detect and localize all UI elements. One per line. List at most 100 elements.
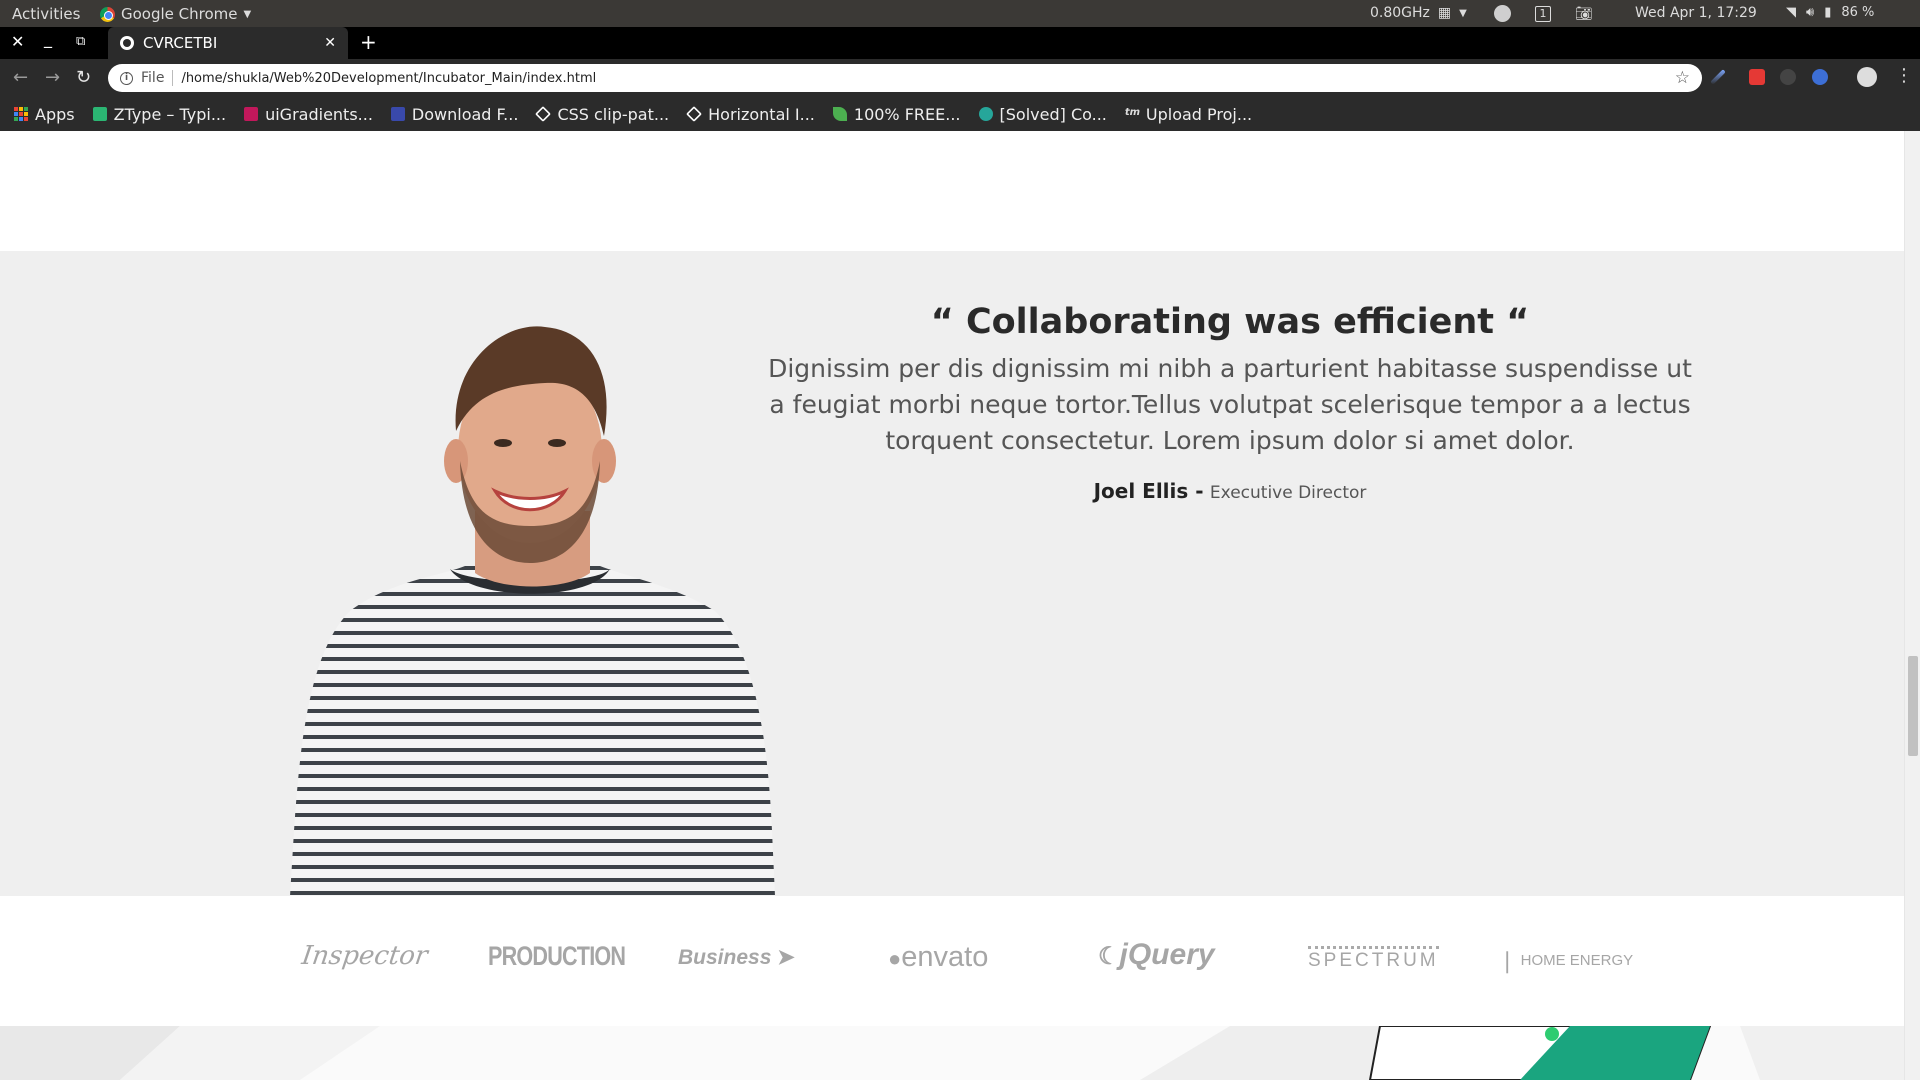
testimonial-title: “ Collaborating was efficient “ [930, 302, 1530, 342]
address-bar[interactable]: i File /home/shukla/Web%20Development/In… [108, 64, 1702, 92]
bookmark-apps[interactable]: Apps [14, 105, 75, 124]
app-menu[interactable]: Google Chrome ▼ [100, 5, 251, 23]
bookmark-free[interactable]: 100% FREE... [832, 104, 961, 124]
bookmark-label: Apps [35, 104, 75, 124]
globe-icon [120, 36, 134, 50]
codepen-icon [535, 106, 552, 122]
browser-tab[interactable]: CVRCETBI ✕ [108, 27, 348, 59]
tab-strip: ✕ _ ⧉ CVRCETBI ✕ + [0, 27, 1920, 59]
menu-icon[interactable]: ⋮ [1895, 65, 1913, 86]
pdf-extension-icon[interactable] [1749, 69, 1765, 85]
logo-inspector: Inspector [299, 941, 430, 971]
logo-business-text: Business [678, 946, 772, 969]
tm-icon: tm [1124, 107, 1141, 118]
back-icon[interactable]: ← [13, 67, 28, 88]
logo-home-energy: ❘ HOME ENERGY [1498, 948, 1633, 974]
uigradients-icon [244, 107, 259, 121]
chrome-icon [100, 6, 115, 22]
bookmarks-bar: Apps ZType – Typi... uiGradients... Down… [0, 97, 1920, 131]
vpn-extension-icon[interactable] [1812, 69, 1828, 85]
next-section-preview [0, 1026, 1904, 1080]
jquery-swirl-icon: ☾ [1098, 943, 1120, 970]
url-text[interactable]: /home/shukla/Web%20Development/Incubator… [181, 71, 1674, 86]
page-viewport[interactable]: “ Collaborating was efficient “ Dignissi… [0, 131, 1920, 1080]
system-tray[interactable]: ◥ 🔊︎ ▮ 86 % [1786, 5, 1874, 20]
bookmark-solved[interactable]: [Solved] Co... [978, 104, 1107, 124]
logo-jquery: ☾jQuery [1098, 938, 1215, 972]
browser-toolbar: ← → ↻ i File /home/shukla/Web%20Developm… [0, 59, 1920, 97]
apps-grid-icon [14, 107, 28, 121]
scroll-thumb[interactable] [1908, 656, 1918, 756]
forum-icon [978, 107, 993, 121]
profile-avatar[interactable] [1857, 67, 1877, 87]
download-icon [390, 107, 405, 121]
new-tab-icon[interactable]: + [360, 30, 377, 54]
bookmark-label: ZType – Typi... [113, 104, 227, 124]
testimonial-section: “ Collaborating was efficient “ Dignissi… [0, 251, 1904, 896]
reload-icon[interactable]: ↻ [76, 67, 91, 88]
bookmark-label: Download F... [411, 104, 519, 124]
cpu-freq-label: 0.80GHz [1370, 5, 1430, 21]
codepen-icon [686, 106, 703, 122]
window-close-icon[interactable]: ✕ [11, 32, 24, 51]
extension-icon[interactable] [1780, 69, 1796, 85]
logo-production: PRODUCTION [488, 941, 626, 971]
testimonial-quote: “ Collaborating was efficient “ Dignissi… [760, 299, 1700, 503]
flame-icon: ❘ [1498, 948, 1517, 973]
bookmark-label: [Solved] Co... [999, 104, 1107, 124]
clock[interactable]: Wed Apr 1, 17:29 [1635, 5, 1757, 21]
chevron-down-icon: ▼ [1459, 7, 1467, 19]
client-logos: Inspector PRODUCTION Business ➤ ●envato … [0, 896, 1904, 1026]
bookmark-css-clip-path[interactable]: CSS clip-pat... [535, 104, 670, 124]
logo-business: Business ➤ [678, 945, 795, 970]
activities-button[interactable]: Activities [12, 5, 80, 23]
screenshot-icon[interactable]: 📷︎ [1575, 6, 1593, 22]
logo-jquery-text: jQuery [1119, 938, 1215, 971]
tab-title: CVRCETBI [143, 34, 218, 52]
leaf-icon: ● [888, 946, 902, 971]
workspace-indicator[interactable]: 1 [1535, 5, 1551, 22]
battery-percent: 86 % [1841, 5, 1875, 20]
volume-icon: 🔊︎ [1806, 5, 1815, 20]
bookmark-download[interactable]: Download F... [390, 104, 519, 124]
bookmark-ztype[interactable]: ZType – Typi... [92, 104, 227, 124]
cpu-chip-icon: ▦ [1437, 5, 1452, 21]
bookmark-label: uiGradients... [265, 104, 373, 124]
arrow-icon: ➤ [777, 946, 795, 969]
os-top-bar: Activities Google Chrome ▼ 0.80GHz ▦ ▼ 1… [0, 0, 1920, 27]
logo-home-energy-text: HOME ENERGY [1520, 951, 1634, 969]
forward-icon[interactable]: → [45, 67, 60, 88]
ztype-icon [92, 107, 107, 121]
device-mockup-image [0, 1026, 1904, 1080]
info-icon[interactable]: i [120, 71, 133, 85]
bookmark-uigradients[interactable]: uiGradients... [244, 105, 373, 124]
person-photo [290, 326, 775, 896]
window-restore-icon[interactable]: ⧉ [76, 34, 85, 49]
logo-envato: ●envato [888, 941, 988, 974]
bookmark-horizontal[interactable]: Horizontal I... [686, 104, 815, 124]
testimonial-author: Joel Ellis - Executive Director [760, 479, 1700, 503]
feather-icon [832, 107, 847, 121]
testimonial-body: Dignissim per dis dignissim mi nibh a pa… [768, 354, 1692, 455]
window-minimize-icon[interactable]: _ [44, 29, 52, 48]
bookmark-upload[interactable]: tm Upload Proj... [1125, 105, 1252, 124]
mail-indicator-icon[interactable] [1494, 5, 1511, 22]
colorpicker-extension-icon[interactable] [1710, 69, 1726, 85]
bookmark-star-icon[interactable]: ☆ [1675, 68, 1690, 88]
url-scheme: File [141, 70, 174, 86]
cpu-indicator[interactable]: 0.80GHz ▦ ▼ [1370, 5, 1467, 21]
tray-indicators: 1 📷︎ [1494, 5, 1593, 22]
app-menu-label: Google Chrome [121, 5, 238, 23]
logo-spectrum: SPECTRUM [1308, 946, 1439, 972]
bookmark-label: CSS clip-pat... [557, 104, 670, 124]
chevron-down-icon: ▼ [243, 8, 252, 20]
bookmark-label: Horizontal I... [708, 104, 815, 124]
tab-close-icon[interactable]: ✕ [324, 35, 336, 51]
page-scrollbar[interactable] [1904, 131, 1920, 1080]
wifi-icon: ◥ [1786, 5, 1796, 20]
bookmark-label: Upload Proj... [1145, 104, 1253, 124]
logo-envato-text: envato [901, 941, 989, 973]
author-role: Executive Director [1209, 483, 1367, 503]
author-name: Joel Ellis - [1093, 479, 1204, 503]
bookmark-label: 100% FREE... [853, 104, 961, 124]
